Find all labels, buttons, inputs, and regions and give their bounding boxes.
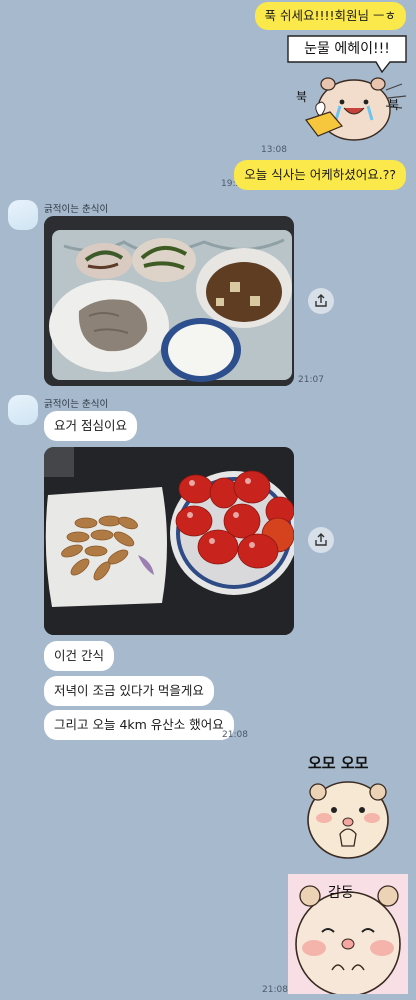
share-button[interactable] <box>308 527 334 553</box>
their-message-bubble[interactable]: 요거 점심이요 <box>44 411 137 441</box>
omo-hamster-sticker[interactable]: 오모 오모 <box>296 752 406 866</box>
timestamp: 21:07 <box>298 375 324 385</box>
sticker-caption: 감동 <box>328 885 354 901</box>
sticker-caption: 오모 오모 <box>308 754 369 772</box>
sender-name: 긁적이는 춘식이 <box>44 204 109 215</box>
timestamp: 21:08 <box>262 985 288 995</box>
share-button[interactable] <box>308 288 334 314</box>
sticker-sfx: 북 <box>296 90 308 104</box>
lunch-photo-image <box>44 216 294 386</box>
message-text: 이건 간식 <box>54 648 104 663</box>
their-message-bubble[interactable]: 저녁이 조금 있다가 먹을게요 <box>44 676 214 706</box>
sticker-caption: 눈물 에헤이!!! <box>304 41 390 57</box>
lunch-photo[interactable] <box>44 216 294 386</box>
message-text: 요거 점심이요 <box>54 418 127 433</box>
my-message-bubble[interactable]: 오늘 식사는 어케하셨어요.?? <box>234 160 406 190</box>
their-message-bubble[interactable]: 이건 간식 <box>44 641 114 671</box>
snack-photo[interactable] <box>44 447 294 635</box>
avatar[interactable] <box>8 200 38 230</box>
share-icon <box>315 294 327 307</box>
gamdong-hamster-sticker[interactable]: 감동 <box>288 874 408 997</box>
snack-photo-image <box>44 447 294 635</box>
avatar[interactable] <box>8 395 38 425</box>
share-icon <box>315 533 327 546</box>
sender-name: 긁적이는 춘식이 <box>44 399 109 410</box>
message-text: 오늘 식사는 어케하셨어요.?? <box>244 167 396 182</box>
timestamp: 21:08 <box>222 730 248 740</box>
timestamp: 13:08 <box>261 145 287 155</box>
message-text: 그리고 오늘 4km 유산소 했어요 <box>54 717 224 732</box>
crying-hamster-sticker[interactable]: 눈물 에헤이!!! 북 북 <box>282 32 412 144</box>
sticker-sfx-2: 북 <box>388 98 400 112</box>
message-text: 저녁이 조금 있다가 먹을게요 <box>54 683 204 698</box>
message-text: 푹 쉬세요!!!!회원님 ㅡㅎ <box>264 8 397 23</box>
their-message-bubble[interactable]: 그리고 오늘 4km 유산소 했어요 <box>44 710 234 740</box>
my-message-bubble[interactable]: 푹 쉬세요!!!!회원님 ㅡㅎ <box>254 2 406 30</box>
